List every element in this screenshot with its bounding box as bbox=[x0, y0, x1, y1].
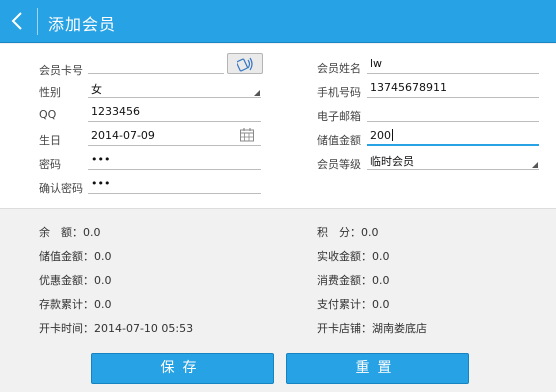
confirm-password-field[interactable]: ••• bbox=[88, 176, 261, 194]
back-button[interactable] bbox=[4, 4, 34, 38]
level-value: 临时会员 bbox=[370, 155, 414, 168]
nfc-card-read-icon bbox=[237, 57, 253, 72]
discount-info: 优惠金额：0.0 bbox=[39, 272, 112, 288]
phone-field[interactable]: 13745678911 bbox=[367, 80, 539, 98]
consumption-value: 0.0 bbox=[372, 274, 390, 287]
consumption-key: 消费金额： bbox=[317, 274, 372, 287]
phone-value: 13745678911 bbox=[370, 81, 447, 94]
header-divider bbox=[37, 8, 38, 35]
dropdown-triangle-icon bbox=[254, 90, 260, 96]
card-no-label: 会员卡号 bbox=[39, 64, 83, 77]
title-bar: 添加会员 bbox=[0, 0, 556, 43]
points-key: 积 分： bbox=[317, 226, 361, 239]
page-title: 添加会员 bbox=[48, 15, 117, 34]
stored-amount-info-value: 0.0 bbox=[94, 250, 112, 263]
payment-total-key: 支付累计： bbox=[317, 298, 372, 311]
stored-amount-value: 200 bbox=[370, 129, 391, 142]
confirm-password-value: ••• bbox=[91, 177, 111, 190]
points-value: 0.0 bbox=[361, 226, 379, 239]
email-field[interactable] bbox=[367, 104, 539, 122]
stored-amount-label: 储值金额 bbox=[317, 134, 361, 147]
points-info: 积 分：0.0 bbox=[317, 224, 379, 240]
stored-amount-text: 200 bbox=[370, 129, 393, 142]
deposit-total-value: 0.0 bbox=[94, 298, 112, 311]
name-value: lw bbox=[370, 57, 383, 70]
birthday-value: 2014-07-09 bbox=[91, 129, 155, 142]
password-label: 密码 bbox=[39, 158, 61, 171]
name-label: 会员姓名 bbox=[317, 62, 361, 75]
balance-key: 余 额： bbox=[39, 226, 83, 239]
open-store-key: 开卡店铺： bbox=[317, 322, 372, 335]
open-time-info: 开卡时间：2014-07-10 05:53 bbox=[39, 320, 193, 336]
discount-value: 0.0 bbox=[94, 274, 112, 287]
stored-amount-key: 储值金额： bbox=[39, 250, 94, 263]
password-field[interactable]: ••• bbox=[88, 152, 261, 170]
birthday-label: 生日 bbox=[39, 134, 61, 147]
dropdown-triangle-icon bbox=[532, 162, 538, 168]
balance-value: 0.0 bbox=[83, 226, 101, 239]
phone-label: 手机号码 bbox=[317, 86, 361, 99]
received-amount-key: 实收金额： bbox=[317, 250, 372, 263]
level-select[interactable]: 临时会员 bbox=[367, 152, 539, 170]
deposit-total-info: 存款累计：0.0 bbox=[39, 296, 112, 312]
birthday-field[interactable]: 2014-07-09 bbox=[88, 128, 261, 146]
email-label: 电子邮箱 bbox=[317, 110, 361, 123]
confirm-password-label: 确认密码 bbox=[39, 182, 83, 195]
chevron-left-icon bbox=[11, 12, 22, 30]
deposit-total-key: 存款累计： bbox=[39, 298, 94, 311]
card-no-field[interactable] bbox=[88, 56, 224, 74]
open-store-info: 开卡店铺：湖南娄底店 bbox=[317, 320, 427, 336]
text-cursor bbox=[392, 129, 393, 141]
gender-label: 性别 bbox=[39, 86, 61, 99]
received-amount-info: 实收金额：0.0 bbox=[317, 248, 390, 264]
stored-amount-info: 储值金额：0.0 bbox=[39, 248, 112, 264]
save-button[interactable]: 保存 bbox=[91, 353, 274, 384]
received-amount-value: 0.0 bbox=[372, 250, 390, 263]
payment-total-info: 支付累计：0.0 bbox=[317, 296, 390, 312]
open-store-value: 湖南娄底店 bbox=[372, 322, 427, 335]
name-field[interactable]: lw bbox=[367, 56, 539, 74]
gender-select[interactable]: 女 bbox=[88, 80, 261, 98]
discount-key: 优惠金额： bbox=[39, 274, 94, 287]
read-card-button[interactable] bbox=[227, 53, 263, 74]
balance-info: 余 额：0.0 bbox=[39, 224, 101, 240]
payment-total-value: 0.0 bbox=[372, 298, 390, 311]
section-divider bbox=[0, 208, 556, 209]
open-time-value: 2014-07-10 05:53 bbox=[94, 322, 194, 335]
calendar-icon[interactable] bbox=[239, 127, 255, 143]
qq-value: 1233456 bbox=[91, 105, 140, 118]
open-time-key: 开卡时间： bbox=[39, 322, 94, 335]
level-label: 会员等级 bbox=[317, 158, 361, 171]
qq-field[interactable]: 1233456 bbox=[88, 104, 261, 122]
reset-button[interactable]: 重置 bbox=[286, 353, 469, 384]
stored-amount-field[interactable]: 200 bbox=[367, 128, 539, 146]
password-value: ••• bbox=[91, 153, 111, 166]
gender-value: 女 bbox=[91, 83, 102, 96]
qq-label: QQ bbox=[39, 108, 57, 121]
consumption-info: 消费金额：0.0 bbox=[317, 272, 390, 288]
